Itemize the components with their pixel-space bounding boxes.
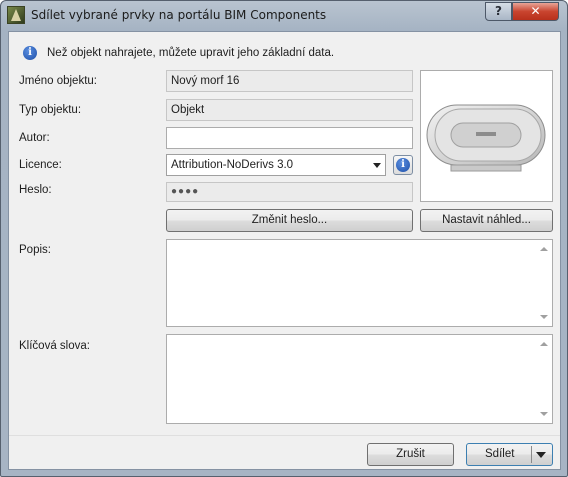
description-textarea[interactable] bbox=[166, 239, 553, 327]
dialog-window: Sdílet vybrané prvky na portálu BIM Comp… bbox=[0, 0, 568, 477]
description-scrollbar[interactable] bbox=[536, 240, 552, 326]
set-preview-button[interactable]: Nastavit náhled... bbox=[420, 209, 553, 232]
scroll-down-icon[interactable] bbox=[540, 315, 548, 319]
object-type-label: Typ objektu: bbox=[19, 104, 82, 116]
license-dropdown[interactable]: Attribution-NoDerivs 3.0 bbox=[166, 154, 386, 176]
dialog-content: i Než objekt nahrajete, můžete upravit j… bbox=[8, 31, 561, 470]
license-label: Licence: bbox=[19, 159, 62, 171]
share-split-button[interactable]: Sdílet bbox=[466, 443, 553, 466]
info-message: Než objekt nahrajete, můžete upravit jeh… bbox=[47, 47, 335, 59]
license-selected-value: Attribution-NoDerivs 3.0 bbox=[171, 159, 294, 171]
keywords-textarea[interactable] bbox=[166, 334, 553, 424]
object-preview-image bbox=[426, 104, 546, 172]
split-divider bbox=[531, 446, 532, 463]
description-label: Popis: bbox=[19, 244, 51, 256]
chevron-down-icon[interactable] bbox=[536, 452, 546, 458]
cancel-button[interactable]: Zrušit bbox=[367, 443, 454, 466]
password-label: Heslo: bbox=[19, 184, 52, 196]
close-button[interactable]: ✕ bbox=[512, 2, 559, 21]
title-bar: Sdílet vybrané prvky na portálu BIM Comp… bbox=[1, 1, 567, 31]
keywords-scrollbar[interactable] bbox=[536, 335, 552, 423]
object-preview bbox=[420, 70, 553, 202]
info-icon: i bbox=[23, 46, 37, 60]
window-title: Sdílet vybrané prvky na portálu BIM Comp… bbox=[31, 8, 327, 22]
keywords-label: Klíčová slova: bbox=[19, 340, 90, 352]
change-password-button[interactable]: Změnit heslo... bbox=[166, 209, 413, 232]
object-name-label: Jméno objektu: bbox=[19, 75, 97, 87]
object-type-field[interactable]: Objekt bbox=[166, 99, 413, 121]
author-input[interactable] bbox=[166, 127, 413, 149]
share-button-label: Sdílet bbox=[485, 448, 515, 460]
password-field[interactable]: ●●●● bbox=[166, 182, 413, 202]
archicad-app-icon bbox=[7, 6, 25, 24]
scroll-up-icon[interactable] bbox=[540, 247, 548, 251]
info-icon: i bbox=[396, 158, 410, 172]
dialog-footer: Zrušit Sdílet bbox=[9, 435, 560, 469]
scroll-up-icon[interactable] bbox=[540, 342, 548, 346]
help-button[interactable]: ? bbox=[485, 2, 512, 21]
author-label: Autor: bbox=[19, 132, 50, 144]
scroll-down-icon[interactable] bbox=[540, 412, 548, 416]
object-name-field[interactable]: Nový morf 16 bbox=[166, 70, 413, 92]
license-info-button[interactable]: i bbox=[393, 155, 413, 175]
chevron-down-icon bbox=[373, 163, 381, 168]
